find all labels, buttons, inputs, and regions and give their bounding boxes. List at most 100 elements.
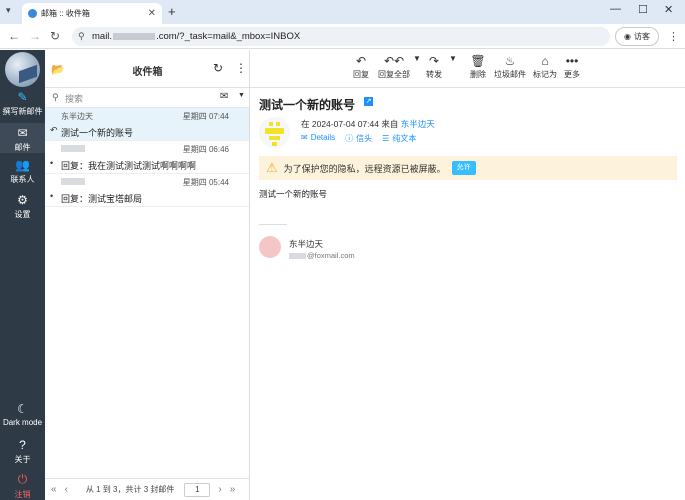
open-in-new-window-icon[interactable]: ↗ [364, 97, 373, 106]
remote-content-warning: ⚠ 为了保护您的隐私，远程资源已被屏蔽。 允许 [259, 156, 677, 180]
envelope-icon: ✉ [17, 126, 28, 140]
sidebar-item-mail[interactable]: ✉ 邮件 [0, 123, 45, 153]
last-page-icon[interactable]: » [230, 484, 236, 495]
compose-label: 撰写新邮件 [2, 107, 43, 116]
maximize-icon[interactable]: ☐ [638, 3, 648, 16]
redacted-sender [61, 145, 85, 152]
message-from: 东半边天 [61, 112, 93, 121]
forward-icon: ↷ [428, 54, 440, 68]
headers-label: 信头 [356, 134, 373, 143]
reply-button[interactable]: ↶ 回复 [353, 54, 369, 80]
sidebar-item-settings[interactable]: ⚙ 设置 [0, 193, 45, 220]
page-number-input[interactable]: 1 [184, 482, 211, 497]
forward-options-chevron-icon[interactable]: ▼ [449, 54, 457, 63]
mail-label: 邮件 [14, 143, 31, 152]
address-bar-row: ← → ↻ ⚲ mail. .com/?_task=mail&_mbox=INBO… [0, 24, 685, 49]
site-info-icon[interactable]: ⚲ [78, 31, 85, 42]
forward-button[interactable]: ↷ 转发 [426, 54, 442, 80]
browser-menu-icon[interactable]: ⋮ [668, 30, 679, 43]
forward-icon[interactable]: → [29, 29, 41, 43]
headers-link[interactable]: ⓘ 信头 [345, 133, 372, 144]
browser-tab[interactable]: 邮箱 :: 收件箱 ✕ [22, 3, 162, 24]
dark-mode-label: Dark mode [2, 418, 43, 427]
warning-icon: ⚠ [266, 160, 278, 175]
envelope-icon: ✉ [301, 133, 308, 142]
mark-label: 标记为 [533, 70, 557, 79]
redacted-sender [61, 178, 85, 185]
guest-profile-button[interactable]: ◉ 访客 [615, 27, 659, 46]
list-options-icon[interactable]: ⋮ [235, 61, 247, 75]
reload-icon[interactable]: ↻ [50, 29, 60, 43]
message-date: 星期四 07:44 [182, 112, 229, 121]
reply-all-label: 回复全部 [378, 70, 410, 79]
new-tab-button[interactable]: + [168, 4, 176, 19]
first-page-icon[interactable]: « [51, 484, 57, 495]
details-link[interactable]: ✉ Details [301, 133, 335, 144]
next-page-icon[interactable]: › [218, 484, 221, 495]
search-icon: ⚲ [52, 92, 59, 102]
junk-button[interactable]: ♨ 垃圾邮件 [494, 54, 526, 80]
compose-icon: ✎ [17, 90, 28, 104]
junk-label: 垃圾邮件 [494, 70, 526, 79]
compose-button[interactable]: ✎ 撰写新邮件 [0, 90, 45, 123]
search-input[interactable]: 搜索 [65, 92, 83, 105]
plain-text-link[interactable]: ☰ 纯文本 [382, 133, 416, 144]
logout-button[interactable]: ⏻ 注销 [0, 472, 45, 500]
replied-icon: ↶ [50, 125, 58, 135]
app-logo[interactable] [5, 52, 40, 87]
message-subject: 回复：测试宝塔邮局 [61, 194, 143, 204]
url-prefix: mail. [92, 31, 113, 42]
message-row[interactable]: 星期四 05:44 • 回复：测试宝塔邮局 [45, 174, 249, 207]
tab-title: 邮箱 :: 收件箱 [41, 9, 90, 18]
unread-dot-icon: • [50, 191, 54, 201]
guest-label: 访客 [633, 32, 650, 41]
allow-button[interactable]: 允许 [451, 161, 476, 175]
reply-options-chevron-icon[interactable]: ▼ [413, 54, 421, 63]
sender-link[interactable]: 东半边天 [401, 119, 435, 129]
unread-filter-icon[interactable]: ✉ [220, 91, 228, 102]
message-meta: 在 2024-07-04 07:44 来自 东半边天 [301, 118, 435, 130]
reply-all-button[interactable]: ↶↶ 回复全部 [378, 54, 410, 80]
url-field[interactable]: ⚲ mail. .com/?_task=mail&_mbox=INBOX [72, 27, 610, 46]
chevron-down-icon[interactable]: ▼ [238, 92, 245, 99]
refresh-icon[interactable]: ↻ [213, 61, 223, 75]
gear-icon: ⚙ [17, 193, 28, 207]
sidebar-item-contacts[interactable]: 👥 联系人 [0, 158, 45, 185]
tab-search-icon[interactable]: ▾ [6, 5, 11, 16]
profile-icon: ◉ [624, 32, 631, 41]
delete-button[interactable]: 🗑 删除 [470, 54, 486, 80]
message-title: 测试一个新的账号 [259, 98, 356, 112]
reply-all-icon: ↶↶ [383, 54, 405, 68]
info-icon: ⓘ [345, 134, 354, 143]
back-icon[interactable]: ← [8, 29, 20, 43]
trash-icon: 🗑 [470, 54, 486, 68]
reply-icon: ↶ [355, 54, 367, 68]
window-close-icon[interactable]: ✕ [664, 3, 673, 16]
warning-text: 为了保护您的隐私，远程资源已被屏蔽。 [283, 163, 446, 174]
minimize-icon[interactable]: — [610, 3, 621, 15]
dark-mode-toggle[interactable]: ☾ Dark mode [0, 402, 45, 427]
message-body: 测试一个新的账号 [259, 189, 328, 199]
signature-avatar [259, 236, 281, 258]
more-button[interactable]: ••• 更多 [564, 54, 580, 80]
power-icon: ⏻ [17, 472, 28, 486]
message-row[interactable]: 东半边天 星期四 07:44 ↶ 测试一个新的账号 [45, 108, 249, 141]
search-bar: ⚲ 搜索 ✉ ▼ [45, 88, 249, 108]
sender-avatar [259, 117, 290, 148]
message-subject: 测试一个新的账号 [61, 128, 134, 138]
settings-label: 设置 [14, 210, 31, 219]
message-links: ✉ Details ⓘ 信头 ☰ 纯文本 [301, 133, 416, 144]
message-row[interactable]: 星期四 06:46 • 回复：我在测试测试测试啊啊啊啊 [45, 141, 249, 174]
tab-close-icon[interactable]: ✕ [148, 8, 156, 19]
more-label: 更多 [564, 70, 580, 79]
prev-page-icon[interactable]: ‹ [65, 484, 68, 495]
mark-button[interactable]: ⌂ 标记为 [533, 54, 557, 80]
about-label: 关于 [14, 455, 31, 464]
contacts-label: 联系人 [10, 175, 35, 184]
delete-label: 删除 [470, 70, 486, 79]
logout-label: 注销 [14, 490, 31, 499]
plain-text-label: 纯文本 [392, 134, 417, 143]
message-count: 从 1 到 3，共计 3 封邮件 [85, 485, 175, 494]
sidebar-item-about[interactable]: ? 关于 [0, 438, 45, 465]
redacted-domain [113, 33, 156, 40]
